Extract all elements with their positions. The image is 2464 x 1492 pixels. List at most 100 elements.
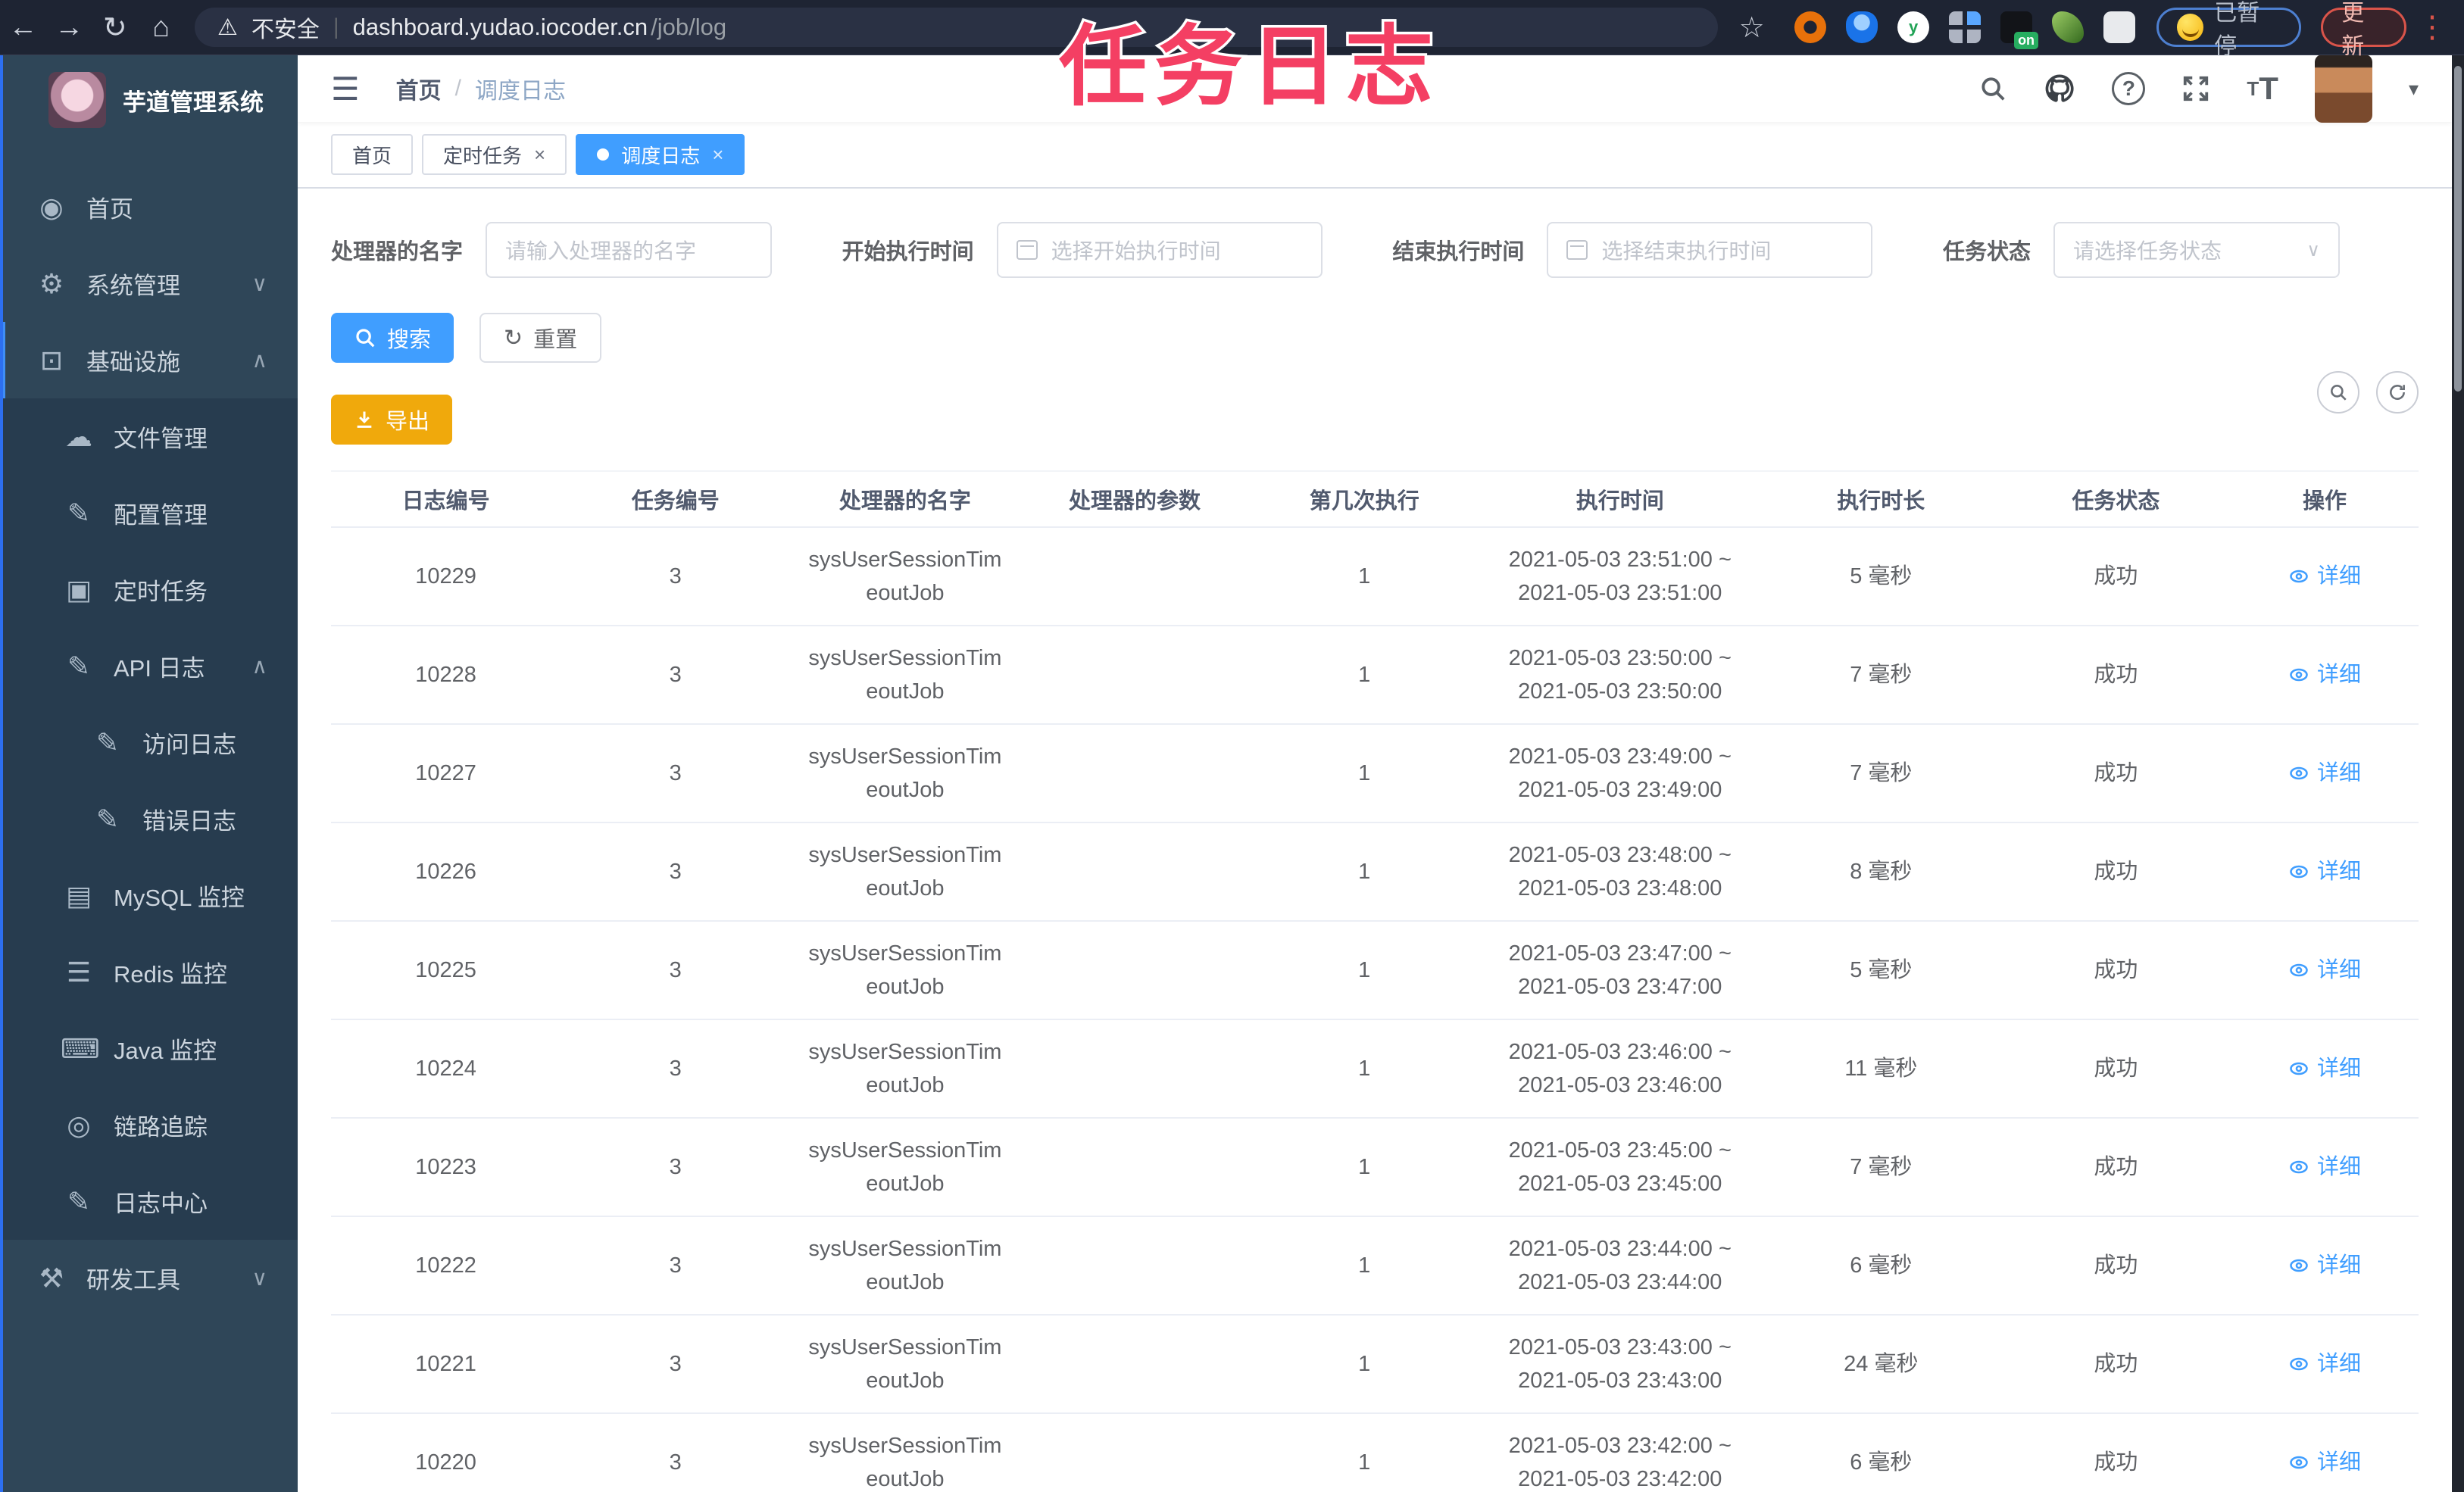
detail-link[interactable]: 详细 bbox=[2288, 658, 2361, 691]
app-logo-row[interactable]: 芋道管理系统 bbox=[0, 55, 298, 148]
eye-icon bbox=[2288, 1249, 2309, 1282]
close-icon[interactable]: × bbox=[712, 143, 723, 167]
tab-scheduled-tasks[interactable]: 定时任务 × bbox=[422, 134, 567, 175]
form-icon: ✎ bbox=[95, 726, 120, 758]
start-time-label: 开始执行时间 bbox=[842, 240, 974, 264]
sidebar-item-home[interactable]: ◉ 首页 bbox=[0, 169, 298, 245]
refresh-table-button[interactable] bbox=[2376, 371, 2419, 414]
sidebar-item-redis-monitor[interactable]: ☰ Redis 监控 bbox=[0, 934, 298, 1010]
extension-green-y-icon[interactable]: y bbox=[1897, 11, 1930, 43]
url-separator: | bbox=[333, 14, 339, 39]
page-scrollbar[interactable] bbox=[2452, 55, 2464, 1492]
cell-handler-name: sysUserSessionTim eoutJob bbox=[790, 626, 1020, 725]
breadcrumb-home[interactable]: 首页 bbox=[396, 72, 442, 105]
cell-handler-name: sysUserSessionTim eoutJob bbox=[790, 724, 1020, 823]
search-icon[interactable] bbox=[1978, 74, 2007, 103]
close-icon[interactable]: × bbox=[534, 143, 545, 167]
sidebar-item-error-logs[interactable]: ✎ 错误日志 bbox=[0, 781, 298, 857]
fullscreen-icon[interactable] bbox=[2181, 74, 2210, 103]
column-header: 第几次执行 bbox=[1249, 470, 1479, 528]
sidebar-item-file-management[interactable]: ☁ 文件管理 bbox=[0, 398, 298, 475]
tags-view-bar: 首页 定时任务 × 调度日志 × bbox=[298, 122, 2452, 189]
cell-job-id: 3 bbox=[561, 822, 791, 922]
sidebar-item-java-monitor[interactable]: ⌨ Java 监控 bbox=[0, 1010, 298, 1087]
detail-link-label: 详细 bbox=[2316, 663, 2361, 687]
time-line: 2021-05-03 23:43:00 bbox=[1518, 1369, 1722, 1393]
sidebar-item-mysql-monitor[interactable]: ▤ MySQL 监控 bbox=[0, 857, 298, 934]
sidebar-item-log-center[interactable]: ✎ 日志中心 bbox=[0, 1163, 298, 1240]
tab-home[interactable]: 首页 bbox=[331, 134, 414, 175]
handler-line: sysUserSessionTim bbox=[808, 1335, 1002, 1359]
cell-exec-index: 1 bbox=[1249, 1019, 1479, 1119]
toggle-search-button[interactable] bbox=[2317, 371, 2359, 414]
cell-handler-name: sysUserSessionTim eoutJob bbox=[790, 1315, 1020, 1414]
detail-link[interactable]: 详细 bbox=[2288, 757, 2361, 790]
sidebar-collapse-icon[interactable]: ☰ bbox=[331, 70, 360, 108]
start-time-input[interactable]: 选择开始执行时间 bbox=[996, 222, 1323, 278]
sidebar-item-trace[interactable]: ◎ 链路追踪 bbox=[0, 1087, 298, 1163]
font-size-icon[interactable]: TT bbox=[2247, 70, 2278, 107]
cell-exec-index: 1 bbox=[1249, 921, 1479, 1020]
column-header: 任务编号 bbox=[561, 470, 791, 528]
monitor-icon: ⊡ bbox=[39, 344, 64, 376]
sidebar-item-access-logs[interactable]: ✎ 访问日志 bbox=[0, 704, 298, 781]
end-time-input[interactable]: 选择结束执行时间 bbox=[1547, 222, 1873, 278]
extensions-area: y bbox=[1794, 11, 2136, 49]
update-button[interactable]: 更新 bbox=[2321, 1, 2406, 59]
filter-group-handler-name: 处理器的名字 请输入处理器的名字 bbox=[331, 222, 773, 278]
export-button[interactable]: 导出 bbox=[331, 395, 453, 445]
detail-link[interactable]: 详细 bbox=[2288, 1052, 2361, 1085]
detail-link[interactable]: 详细 bbox=[2288, 1249, 2361, 1282]
paused-label: 已暂停 bbox=[2214, 1, 2260, 59]
address-bar[interactable]: ⚠ 不安全 | dashboard.yudao.iocoder.cn/job/l… bbox=[194, 8, 1719, 47]
browser-menu-dots-icon[interactable]: ⋮ bbox=[2417, 10, 2447, 45]
job-status-label: 任务状态 bbox=[1942, 240, 2031, 264]
cell-status: 成功 bbox=[2000, 1019, 2231, 1119]
detail-link-label: 详细 bbox=[2316, 958, 2361, 982]
extension-orange-icon[interactable] bbox=[1794, 11, 1827, 43]
scrollbar-thumb[interactable] bbox=[2454, 66, 2462, 392]
sidebar-item-api-logs[interactable]: ✎ API 日志 ∧ bbox=[0, 628, 298, 704]
reset-button[interactable]: ↻ 重置 bbox=[479, 313, 602, 363]
tab-job-log[interactable]: 调度日志 × bbox=[576, 134, 745, 175]
extensions-puzzle-icon[interactable] bbox=[2103, 11, 2136, 43]
detail-link[interactable]: 详细 bbox=[2288, 1446, 2361, 1479]
detail-link[interactable]: 详细 bbox=[2288, 855, 2361, 888]
cell-handler-param bbox=[1020, 921, 1250, 1020]
extension-blue-icon[interactable] bbox=[1846, 11, 1878, 43]
extension-on-badge-icon[interactable] bbox=[2000, 11, 2039, 49]
cell-handler-name: sysUserSessionTim eoutJob bbox=[790, 921, 1020, 1020]
cell-handler-param bbox=[1020, 1019, 1250, 1119]
paused-profile-badge[interactable]: 已暂停 bbox=[2156, 1, 2302, 59]
security-label: 不安全 bbox=[251, 17, 320, 42]
home-icon[interactable]: ⌂ bbox=[138, 11, 184, 44]
job-status-select[interactable]: 请选择任务状态 ∨ bbox=[2053, 222, 2340, 278]
reload-icon[interactable]: ↻ bbox=[92, 11, 138, 45]
back-icon[interactable]: ← bbox=[0, 11, 46, 44]
github-icon[interactable] bbox=[2044, 73, 2075, 105]
detail-link[interactable]: 详细 bbox=[2288, 954, 2361, 987]
detail-link[interactable]: 详细 bbox=[2288, 1150, 2361, 1184]
extension-grid-icon[interactable] bbox=[1949, 11, 1982, 43]
search-button[interactable]: 搜索 bbox=[331, 313, 454, 363]
detail-link[interactable]: 详细 bbox=[2288, 1347, 2361, 1381]
extension-leaf-icon[interactable] bbox=[2052, 11, 2085, 43]
cell-log-id: 10228 bbox=[331, 626, 561, 725]
cell-actions: 详细 bbox=[2230, 724, 2419, 823]
sidebar-item-dev-tools[interactable]: ⚒ 研发工具 ∨ bbox=[0, 1240, 298, 1316]
table-row: 10225 3 sysUserSessionTim eoutJob 1 2021-05-0… bbox=[331, 921, 2419, 1020]
forward-icon[interactable]: → bbox=[46, 11, 92, 44]
handler-name-input[interactable]: 请输入处理器的名字 bbox=[486, 222, 773, 278]
sidebar-item-system-management[interactable]: ⚙ 系统管理 ∨ bbox=[0, 245, 298, 322]
avatar-caret-icon[interactable]: ▾ bbox=[2409, 77, 2419, 101]
sidebar-item-infrastructure[interactable]: ⊡ 基础设施 ∧ bbox=[0, 322, 298, 398]
bookmark-star-icon[interactable]: ☆ bbox=[1729, 11, 1775, 45]
user-avatar[interactable] bbox=[2314, 55, 2372, 123]
eye-icon bbox=[2288, 560, 2309, 593]
detail-link[interactable]: 详细 bbox=[2288, 560, 2361, 593]
eye-icon bbox=[2288, 954, 2309, 987]
cell-log-id: 10226 bbox=[331, 822, 561, 922]
sidebar-item-scheduled-tasks[interactable]: ▣ 定时任务 bbox=[0, 551, 298, 628]
sidebar-item-config-management[interactable]: ✎ 配置管理 bbox=[0, 475, 298, 551]
help-icon[interactable]: ? bbox=[2112, 72, 2146, 105]
